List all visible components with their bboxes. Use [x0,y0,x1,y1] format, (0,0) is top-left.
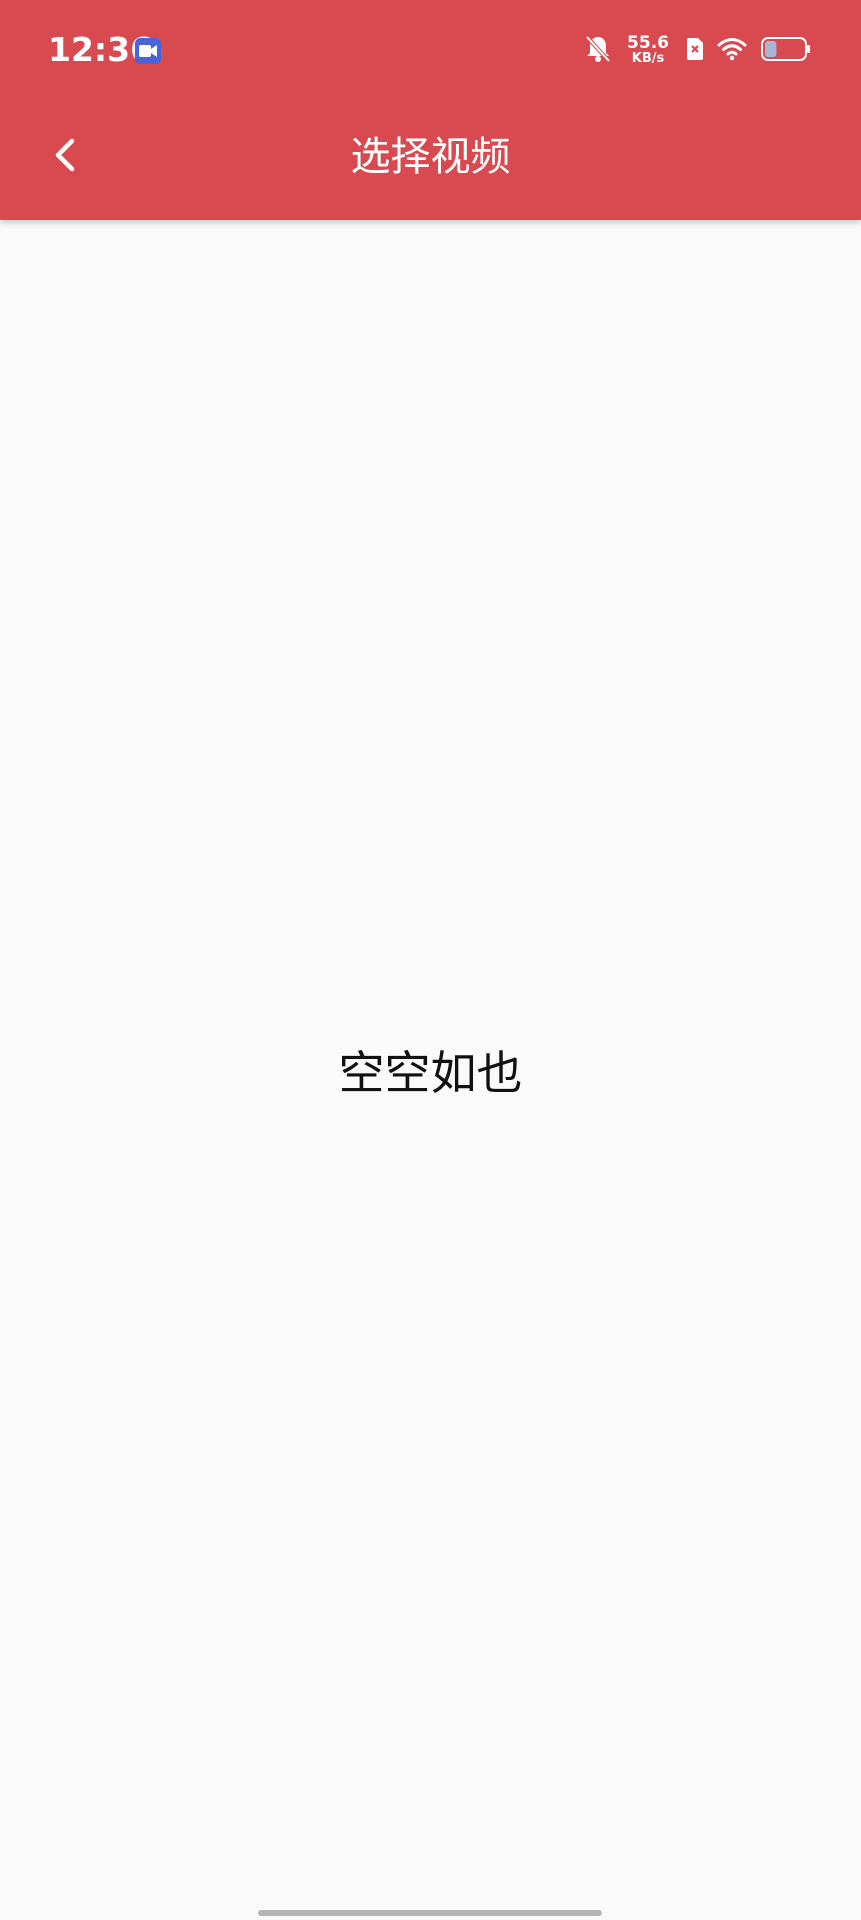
page-title: 选择视频 [350,134,511,180]
wifi-icon [717,37,747,65]
status-bar: 12:36 55.6 KB/s [0,0,861,100]
video-recorder-icon [135,38,161,64]
battery-icon [761,37,811,65]
empty-state-text: 空空如也 [338,1046,523,1100]
status-icons: 55.6 KB/s [585,30,811,72]
toolbar: 选择视频 [0,100,861,220]
sim-no-signal-icon [685,37,705,65]
network-speed: 55.6 KB/s [627,35,669,67]
app-bar: 12:36 55.6 KB/s 选择视频 [0,0,861,220]
network-speed-unit: KB/s [631,51,665,66]
home-indicator[interactable] [258,1910,602,1916]
bell-muted-icon [585,35,611,67]
network-speed-value: 55.6 [627,33,669,53]
